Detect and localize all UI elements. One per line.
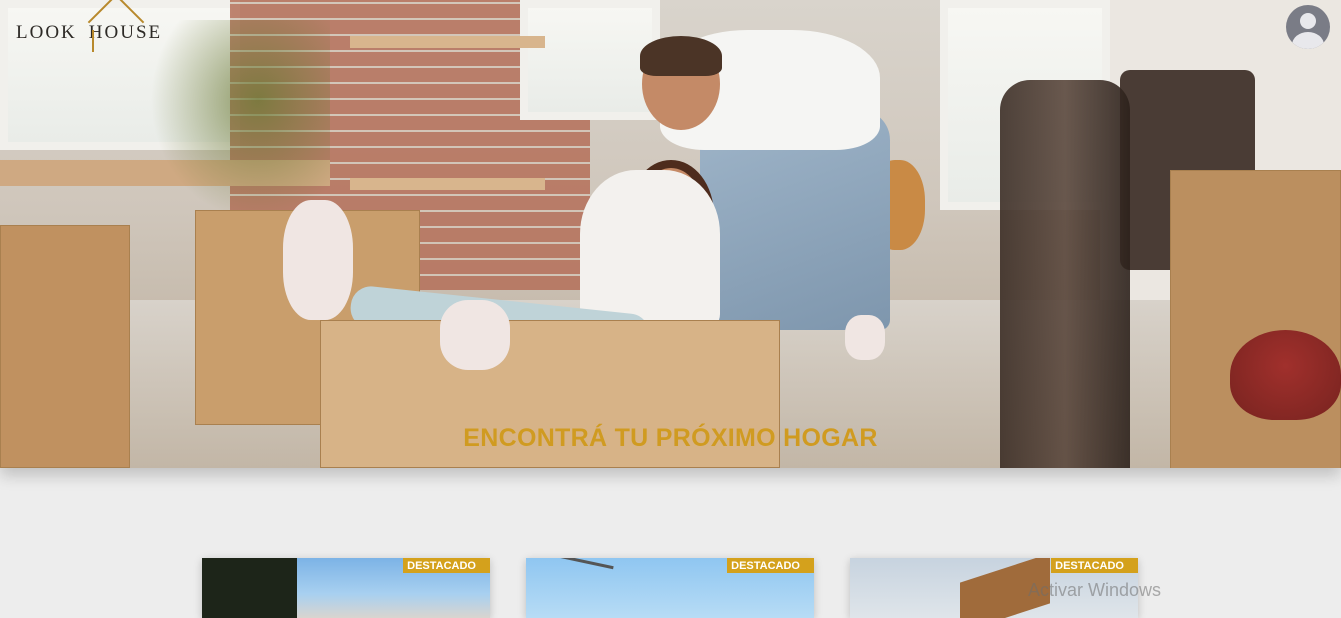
featured-badge: DESTACADO	[1051, 558, 1138, 573]
logo-text-left: LOOK	[16, 22, 77, 43]
hero-photo-shoe	[283, 200, 353, 320]
hero-photo-wine-glass	[1230, 330, 1341, 420]
property-card[interactable]: DESTACADO	[526, 558, 814, 618]
hero-photo-bottle	[1000, 80, 1130, 468]
hero-photo-plant	[150, 20, 330, 220]
property-card[interactable]: DESTACADO	[202, 558, 490, 618]
hero-photo-shoe	[440, 300, 510, 370]
featured-badge: DESTACADO	[727, 558, 814, 573]
hero-photo-man-hair	[640, 36, 722, 76]
windows-activation-watermark: Activar Windows	[1028, 580, 1162, 600]
hero-title: ENCONTRÁ TU PRÓXIMO HOGAR	[463, 424, 878, 452]
house-wall-icon	[92, 30, 94, 52]
hero-banner: LOOK HOUSE ENCONTRÁ TU PRÓXIMO HOGAR	[0, 0, 1341, 468]
hero-photo-shelf	[350, 178, 545, 190]
hero-photo-woman	[580, 170, 720, 330]
hero-photo-shoe	[845, 315, 885, 360]
hero-photo-shelf	[350, 36, 545, 48]
user-body-shape	[1292, 32, 1324, 49]
featured-badge: DESTACADO	[403, 558, 490, 573]
user-circle-icon[interactable]	[1286, 5, 1330, 49]
hero-photo-window	[520, 0, 660, 120]
user-head-shape	[1300, 13, 1316, 29]
logo[interactable]: LOOK HOUSE	[16, 0, 162, 52]
